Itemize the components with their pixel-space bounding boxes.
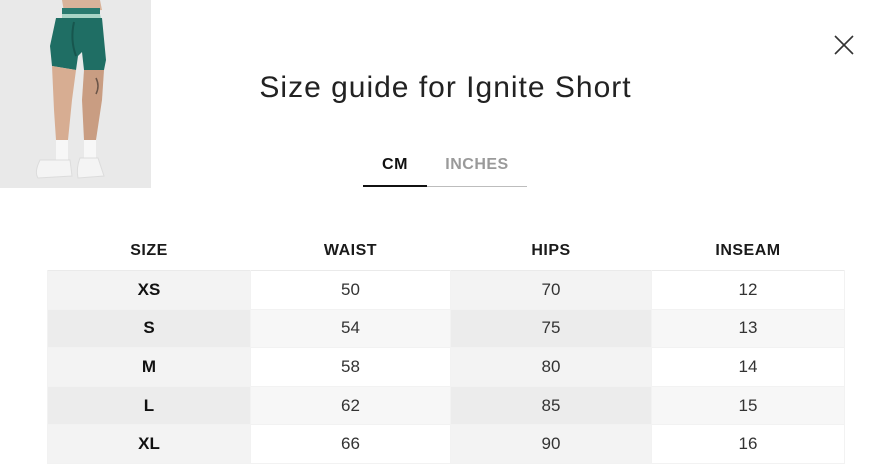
size-cell: XL (47, 424, 251, 464)
size-cell: XS (47, 270, 251, 310)
table-row: XS 50 70 12 (47, 270, 845, 310)
tab-cm[interactable]: CM (363, 150, 427, 187)
waist-cell: 58 (250, 347, 451, 387)
size-cell: S (47, 308, 251, 349)
table-header-row: SIZE WAIST HIPS INSEAM (48, 232, 845, 271)
hips-cell: 85 (450, 385, 652, 426)
waist-cell: 66 (250, 424, 451, 464)
table-row: S 54 75 13 (47, 308, 845, 349)
size-cell: L (47, 385, 251, 426)
close-icon[interactable] (832, 33, 856, 57)
waist-cell: 54 (250, 308, 451, 349)
hips-cell: 70 (450, 270, 652, 310)
unit-tabs: CM INCHES (363, 150, 527, 187)
header-waist: WAIST (323, 242, 378, 259)
size-guide-title: Size guide for Ignite Short (259, 71, 632, 104)
inseam-cell: 14 (651, 347, 845, 387)
size-table: SIZE WAIST HIPS INSEAM XS 50 70 12 S 54 … (47, 232, 845, 464)
waist-cell: 50 (250, 270, 451, 310)
inseam-cell: 13 (651, 308, 845, 349)
waist-cell: 62 (250, 385, 451, 426)
hips-cell: 80 (450, 347, 652, 387)
size-cell: M (47, 347, 251, 387)
inseam-cell: 15 (651, 385, 845, 426)
inseam-cell: 16 (651, 424, 845, 464)
header-size: SIZE (130, 242, 168, 259)
header-hips: HIPS (531, 242, 571, 259)
table-row: M 58 80 14 (47, 347, 845, 387)
table-row: XL 66 90 16 (47, 424, 845, 464)
header-inseam: INSEAM (715, 242, 781, 259)
tab-inches[interactable]: INCHES (427, 150, 527, 186)
hips-cell: 75 (450, 308, 652, 349)
hips-cell: 90 (450, 424, 652, 464)
size-guide-modal: Size guide for Ignite Short CM INCHES SI… (0, 0, 895, 474)
inseam-cell: 12 (651, 270, 845, 310)
table-row: L 62 85 15 (47, 385, 845, 426)
